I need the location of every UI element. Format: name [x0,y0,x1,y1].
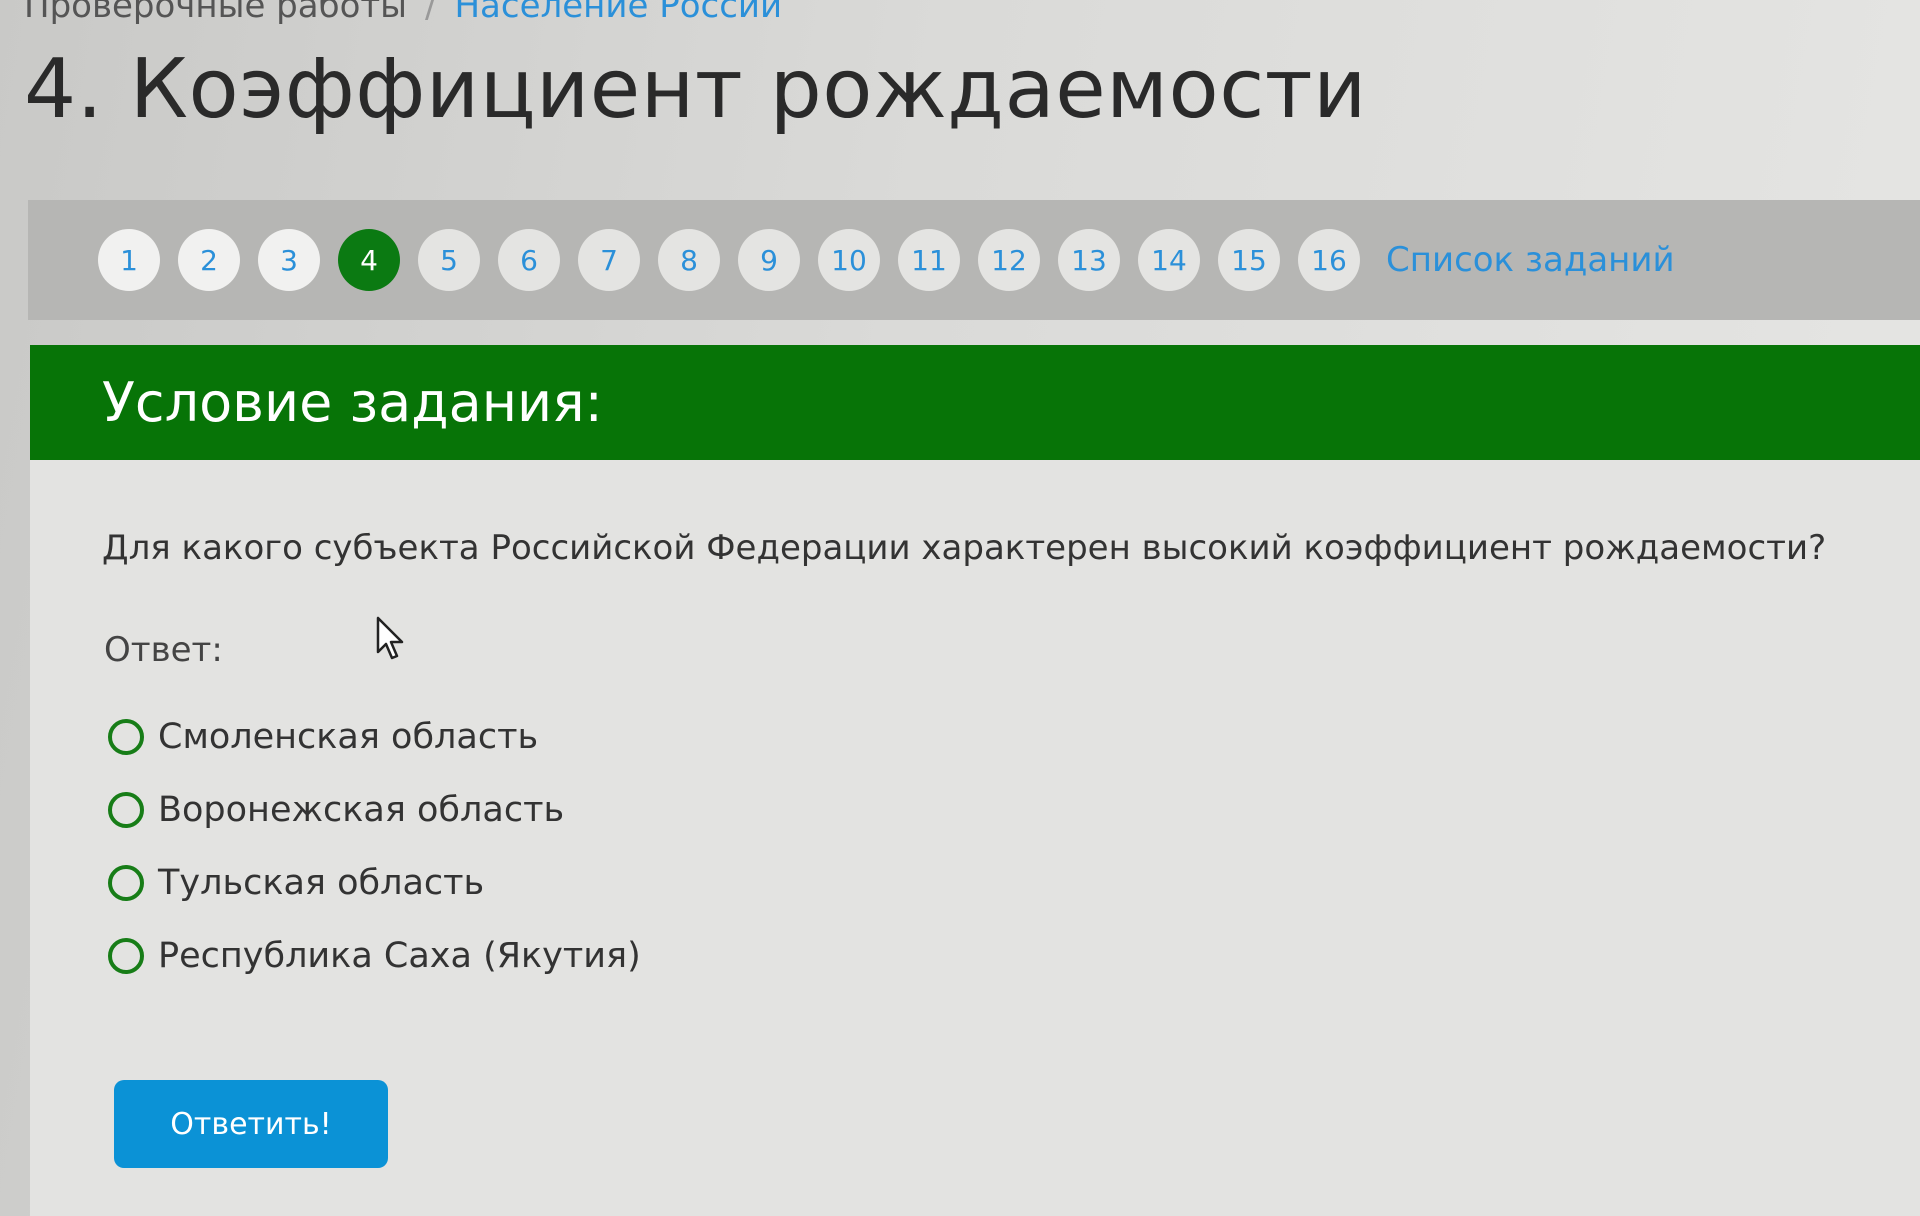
page-title: 4. Коэффициент рождаемости [24,42,1367,137]
breadcrumb-parent[interactable]: Проверочные работы [24,0,407,26]
task-condition-header: Условие задания: [30,345,1920,460]
breadcrumb: Проверочные работы / Население России [24,0,782,26]
pager-button-3[interactable]: 3 [258,229,320,291]
answer-option-3[interactable]: Тульская область [108,846,641,919]
answer-label: Ответ: [104,630,223,670]
pager-buttons: 1 2 3 4 5 6 7 8 9 10 11 12 13 14 15 16 [98,229,1378,291]
answer-option-1[interactable]: Смоленская область [108,700,641,773]
mouse-pointer-icon [376,616,404,660]
answer-option-4[interactable]: Республика Саха (Якутия) [108,919,641,992]
task-list-link[interactable]: Список заданий [1386,240,1675,280]
pager-button-2[interactable]: 2 [178,229,240,291]
submit-answer-button[interactable]: Ответить! [114,1080,388,1168]
pager-button-16[interactable]: 16 [1298,229,1360,291]
pager-button-8[interactable]: 8 [658,229,720,291]
radio-button[interactable] [108,718,144,755]
answer-option-label: Тульская область [158,862,485,903]
radio-button[interactable] [108,864,144,901]
pager-button-5[interactable]: 5 [418,229,480,291]
pager-button-11[interactable]: 11 [898,229,960,291]
pager-button-9[interactable]: 9 [738,229,800,291]
answer-option-label: Смоленская область [158,716,539,757]
answer-option-label: Республика Саха (Якутия) [158,935,641,976]
pager-button-6[interactable]: 6 [498,229,560,291]
pager-button-10[interactable]: 10 [818,229,880,291]
answer-options: Смоленская область Воронежская область Т… [108,700,641,992]
answer-option-2[interactable]: Воронежская область [108,773,641,846]
pager-button-13[interactable]: 13 [1058,229,1120,291]
answer-option-label: Воронежская область [158,789,565,830]
pager-button-12[interactable]: 12 [978,229,1040,291]
task-condition-title: Условие задания: [102,371,603,434]
question-text: Для какого субъекта Российской Федерации… [102,528,1827,568]
pager-button-4[interactable]: 4 [338,229,400,291]
breadcrumb-current-link[interactable]: Население России [454,0,782,26]
breadcrumb-separator: / [425,0,437,26]
task-pager: 1 2 3 4 5 6 7 8 9 10 11 12 13 14 15 16 Список заданий [28,200,1920,320]
pager-button-14[interactable]: 14 [1138,229,1200,291]
task-body: Для какого субъекта Российской Федерации… [30,460,1920,1216]
pager-button-1[interactable]: 1 [98,229,160,291]
radio-button[interactable] [108,937,144,974]
radio-button[interactable] [108,791,144,828]
pager-button-15[interactable]: 15 [1218,229,1280,291]
pager-button-7[interactable]: 7 [578,229,640,291]
